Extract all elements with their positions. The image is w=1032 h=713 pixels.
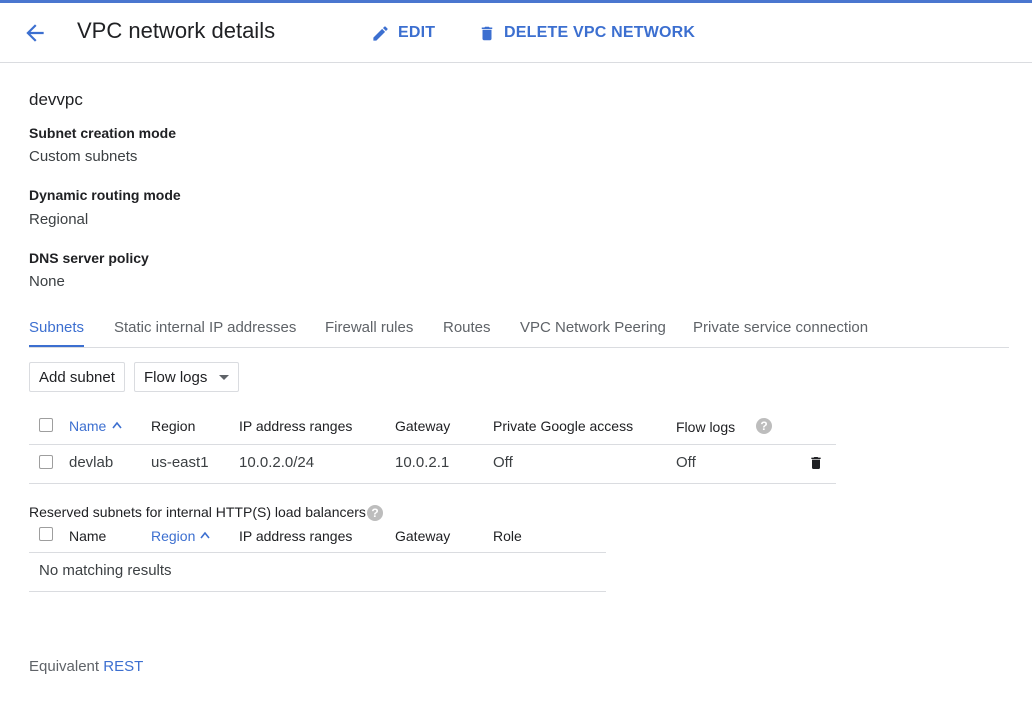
tab-routes[interactable]: Routes [443,319,491,336]
add-subnet-button[interactable]: Add subnet [29,362,125,392]
reserved-column-header-name[interactable]: Name [69,528,106,544]
reserved-subnets-title: Reserved subnets for internal HTTP(S) lo… [29,504,366,520]
tab-vpc-network-peering[interactable]: VPC Network Peering [520,319,666,336]
reserved-column-header-role[interactable]: Role [493,528,522,544]
edit-button-label: EDIT [398,24,436,41]
dropdown-caret-icon [219,374,230,380]
column-header-name[interactable]: Name [69,418,106,434]
reserved-column-header-ip-address-ranges[interactable]: IP address ranges [239,528,352,544]
reserved-subnets-help-icon[interactable]: ? [367,505,383,521]
network-name: devvpc [29,90,83,109]
subnet-gateway: 10.0.2.1 [395,454,450,471]
dns-server-policy-label: DNS server policy [29,250,149,266]
delete-vpc-network-button[interactable]: DELETE VPC NETWORK [478,20,695,46]
subnet-creation-mode-label: Subnet creation mode [29,125,177,141]
subnet-name[interactable]: devlab [69,454,113,471]
sort-up-icon [112,421,122,429]
page-title: VPC network details [77,18,276,43]
row-checkbox[interactable] [39,455,53,469]
empty-results-message: No matching results [39,562,172,579]
subnet-creation-mode-value: Custom subnets [29,148,138,165]
reserved-table-bottom-divider [29,591,606,592]
add-subnet-label: Add subnet [39,368,115,386]
table-header-divider [29,444,836,445]
subnet-flow-logs: Off [676,454,696,471]
trash-icon [481,26,493,40]
edit-button[interactable]: EDIT [371,20,435,46]
tab-private-service-connection[interactable]: Private service connection [693,319,868,336]
footer-prefix: Equivalent [29,658,100,675]
tab-firewall-rules[interactable]: Firewall rules [325,319,413,336]
rest-link[interactable]: REST [103,658,143,675]
active-tab-indicator [29,345,84,347]
column-header-gateway[interactable]: Gateway [395,418,450,434]
column-header-private-google-access[interactable]: Private Google access [493,418,633,434]
select-all-checkbox[interactable] [39,418,53,432]
delete-subnet-trash-icon[interactable] [808,454,824,472]
flow-logs-dropdown[interactable]: Flow logs [134,362,240,392]
column-header-region[interactable]: Region [151,418,195,434]
dns-server-policy-value: None [29,273,65,290]
dynamic-routing-mode-value: Regional [29,211,89,228]
pencil-icon [373,25,388,41]
tab-subnets[interactable]: Subnets [29,319,84,336]
tab-bar: Subnets Static internal IP addresses Fir… [29,316,1009,348]
page-header: VPC network details EDIT DELETE VPC NETW… [0,3,1032,63]
subnet-private-google-access: Off [493,454,513,471]
tab-static-internal-ip-addresses[interactable]: Static internal IP addresses [114,319,296,336]
reserved-select-all-checkbox[interactable] [39,527,53,541]
table-row-divider [29,483,836,484]
dynamic-routing-mode-label: Dynamic routing mode [29,187,181,203]
reserved-column-header-gateway[interactable]: Gateway [395,528,450,544]
flow-logs-label: Flow logs [144,368,208,386]
reserved-column-header-region[interactable]: Region [151,528,195,544]
delete-button-label: DELETE VPC NETWORK [504,24,696,41]
column-header-flow-logs[interactable]: Flow logs [676,419,735,435]
column-header-ip-address-ranges[interactable]: IP address ranges [239,418,352,434]
back-arrow-icon [26,24,44,42]
subnet-region: us-east1 [151,454,209,471]
subnet-ip-range: 10.0.2.0/24 [239,454,315,471]
reserved-table-header-divider [29,552,606,553]
sort-up-icon [200,531,210,539]
flow-logs-help-icon[interactable]: ? [756,418,772,434]
back-button[interactable] [22,20,48,46]
equivalent-rest-footer: Equivalent REST [29,658,143,675]
